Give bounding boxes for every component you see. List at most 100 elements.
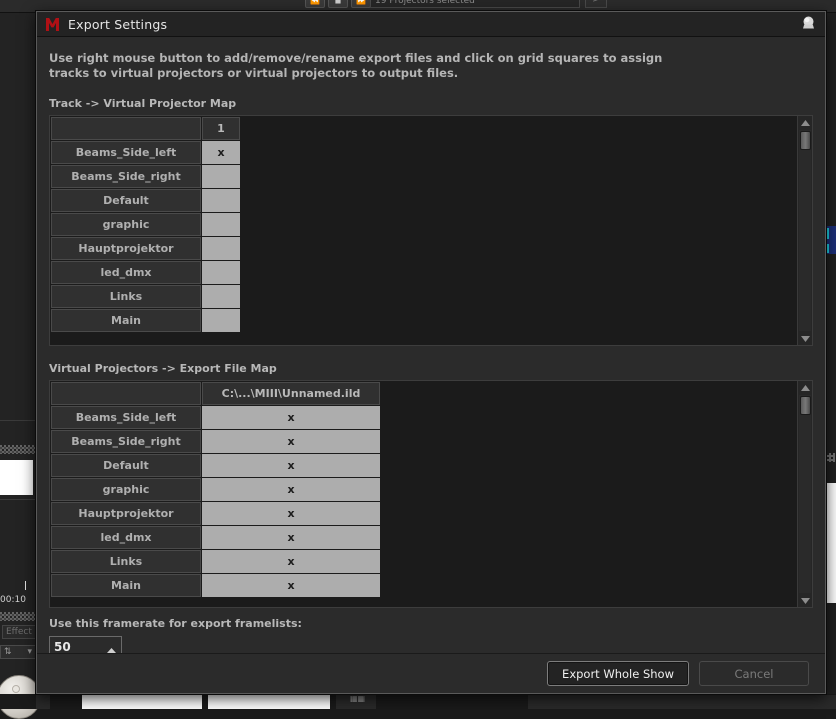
grid-row-header[interactable]: Hauptprojektor xyxy=(51,502,201,525)
drag-handle-dots[interactable] xyxy=(0,445,36,454)
grid-assign-cell[interactable]: x xyxy=(202,502,380,525)
grid-row: Default xyxy=(51,189,240,212)
framerate-label: Use this framerate for export framelists… xyxy=(49,617,813,630)
grid-row-header[interactable]: Links xyxy=(51,285,201,308)
background-left-panel: 00:10 Effect ⇅ ▾ xyxy=(0,13,36,709)
file-map-vertical-scrollbar[interactable] xyxy=(797,381,812,607)
export-settings-dialog: Export Settings Use right mouse button t… xyxy=(36,11,826,694)
scroll-down-icon[interactable] xyxy=(798,594,813,607)
instructions-text: Use right mouse button to add/remove/ren… xyxy=(49,51,813,81)
grid-assign-cell[interactable]: x xyxy=(202,478,380,501)
bottom-cell xyxy=(528,695,836,709)
grid-assign-cell[interactable] xyxy=(202,309,240,332)
scroll-track[interactable] xyxy=(799,130,811,331)
track-map-table[interactable]: 1Beams_Side_leftxBeams_Side_rightDefault… xyxy=(50,116,241,333)
grid-row-header[interactable]: Hauptprojektor xyxy=(51,237,201,260)
forward-icon[interactable]: ⏩ xyxy=(351,0,371,8)
track-map-vertical-scrollbar[interactable] xyxy=(797,116,812,345)
grid-assign-cell[interactable]: x xyxy=(202,406,380,429)
dialog-body: Use right mouse button to add/remove/ren… xyxy=(37,37,825,693)
file-map-scroll-area[interactable]: C:\...\MIII\Unnamed.ildBeams_Side_leftxB… xyxy=(50,381,797,607)
jog-knob-indicator xyxy=(12,685,20,693)
instructions-line-1: Use right mouse button to add/remove/ren… xyxy=(49,51,813,66)
grid-row-header[interactable]: Beams_Side_left xyxy=(51,141,201,164)
file-map-label: Virtual Projectors -> Export File Map xyxy=(49,362,813,375)
grid-assign-cell[interactable] xyxy=(202,213,240,236)
grid-row: Beams_Side_rightx xyxy=(51,430,380,453)
grid-corner-cell xyxy=(51,117,201,140)
grid-column-header[interactable]: C:\...\MIII\Unnamed.ild xyxy=(202,382,380,405)
grid-row-header[interactable]: Beams_Side_right xyxy=(51,165,201,188)
file-map-grid[interactable]: C:\...\MIII\Unnamed.ildBeams_Side_leftxB… xyxy=(49,380,813,608)
grid-row: Main xyxy=(51,309,240,332)
background-combobox[interactable]: ⇅ ▾ xyxy=(0,645,36,659)
track-map-scroll-area[interactable]: 1Beams_Side_leftxBeams_Side_rightDefault… xyxy=(50,116,797,345)
dialog-titlebar[interactable]: Export Settings xyxy=(37,12,825,37)
grid-row-header[interactable]: graphic xyxy=(51,478,201,501)
drag-handle-dots[interactable] xyxy=(0,612,36,621)
grid-row-header[interactable]: Default xyxy=(51,454,201,477)
grid-row-header[interactable]: Main xyxy=(51,309,201,332)
grid-row: Beams_Side_leftx xyxy=(51,406,380,429)
scroll-up-icon[interactable] xyxy=(798,381,813,394)
grid-assign-cell[interactable] xyxy=(202,165,240,188)
grid-assign-cell[interactable]: x xyxy=(202,550,380,573)
projectors-selected-field[interactable]: 19 Projectors selected xyxy=(370,0,580,8)
scroll-thumb[interactable] xyxy=(800,131,811,150)
grid-row: led_dmx xyxy=(51,261,240,284)
help-bubble-icon[interactable] xyxy=(801,16,816,32)
grid-assign-cell[interactable] xyxy=(202,189,240,212)
track-map-grid[interactable]: 1Beams_Side_leftxBeams_Side_rightDefault… xyxy=(49,115,813,346)
grid-row: Hauptprojektorx xyxy=(51,502,380,525)
playhead-tick xyxy=(25,581,26,590)
pangolin-m-logo-icon xyxy=(44,16,61,33)
grid-row: Hauptprojektor xyxy=(51,237,240,260)
instructions-line-2: tracks to virtual projectors or virtual … xyxy=(49,66,813,81)
grid-row: Beams_Side_leftx xyxy=(51,141,240,164)
grid-row: Beams_Side_right xyxy=(51,165,240,188)
grid-row-header[interactable]: Main xyxy=(51,574,201,597)
grid-row-header[interactable]: Default xyxy=(51,189,201,212)
scroll-track[interactable] xyxy=(799,395,811,593)
grid-column-header[interactable]: 1 xyxy=(202,117,240,140)
grid-row-header[interactable]: Links xyxy=(51,550,201,573)
grid-row-header[interactable]: led_dmx xyxy=(51,526,201,549)
dialog-title: Export Settings xyxy=(68,17,167,32)
projector-expand-button[interactable]: > xyxy=(585,0,607,8)
grid-row: graphic xyxy=(51,213,240,236)
grid-assign-cell[interactable]: x xyxy=(202,454,380,477)
grid-row-header[interactable]: led_dmx xyxy=(51,261,201,284)
grid-row-header[interactable]: Beams_Side_right xyxy=(51,430,201,453)
grid-row: Links xyxy=(51,285,240,308)
bottom-clip-b xyxy=(208,695,330,709)
timecode-label: 00:10 xyxy=(0,595,26,605)
grid-assign-cell[interactable]: x xyxy=(202,526,380,549)
scroll-down-icon[interactable] xyxy=(798,332,813,345)
grid-assign-cell[interactable] xyxy=(202,237,240,260)
grid-row: Defaultx xyxy=(51,454,380,477)
grid-assign-cell[interactable]: x xyxy=(202,430,380,453)
file-map-table[interactable]: C:\...\MIII\Unnamed.ildBeams_Side_leftxB… xyxy=(50,381,381,598)
grid-row-header[interactable]: graphic xyxy=(51,213,201,236)
grid-assign-cell[interactable]: x xyxy=(202,141,240,164)
scroll-up-icon[interactable] xyxy=(798,116,813,129)
transport-controls[interactable]: ⏪ ◼ ⏩ xyxy=(305,0,371,8)
scroll-thumb[interactable] xyxy=(800,396,811,415)
grid-row: led_dmxx xyxy=(51,526,380,549)
stop-icon[interactable]: ◼ xyxy=(328,0,348,8)
grid-assign-cell[interactable] xyxy=(202,285,240,308)
export-whole-show-button[interactable]: Export Whole Show xyxy=(547,661,689,686)
cancel-button[interactable]: Cancel xyxy=(699,661,809,686)
grid-assign-cell[interactable]: x xyxy=(202,574,380,597)
rewind-icon[interactable]: ⏪ xyxy=(305,0,325,8)
spinner-up-icon[interactable] xyxy=(106,639,117,646)
bottom-cell xyxy=(36,695,50,709)
grid-row: graphicx xyxy=(51,478,380,501)
effect-field[interactable]: Effect xyxy=(2,625,36,639)
grid-assign-cell[interactable] xyxy=(202,261,240,284)
panel-divider xyxy=(0,420,36,421)
frames-icon: ▦▦ xyxy=(350,694,365,703)
grid-row: Linksx xyxy=(51,550,380,573)
grid-row-header[interactable]: Beams_Side_left xyxy=(51,406,201,429)
bottom-clip-a xyxy=(82,695,202,709)
